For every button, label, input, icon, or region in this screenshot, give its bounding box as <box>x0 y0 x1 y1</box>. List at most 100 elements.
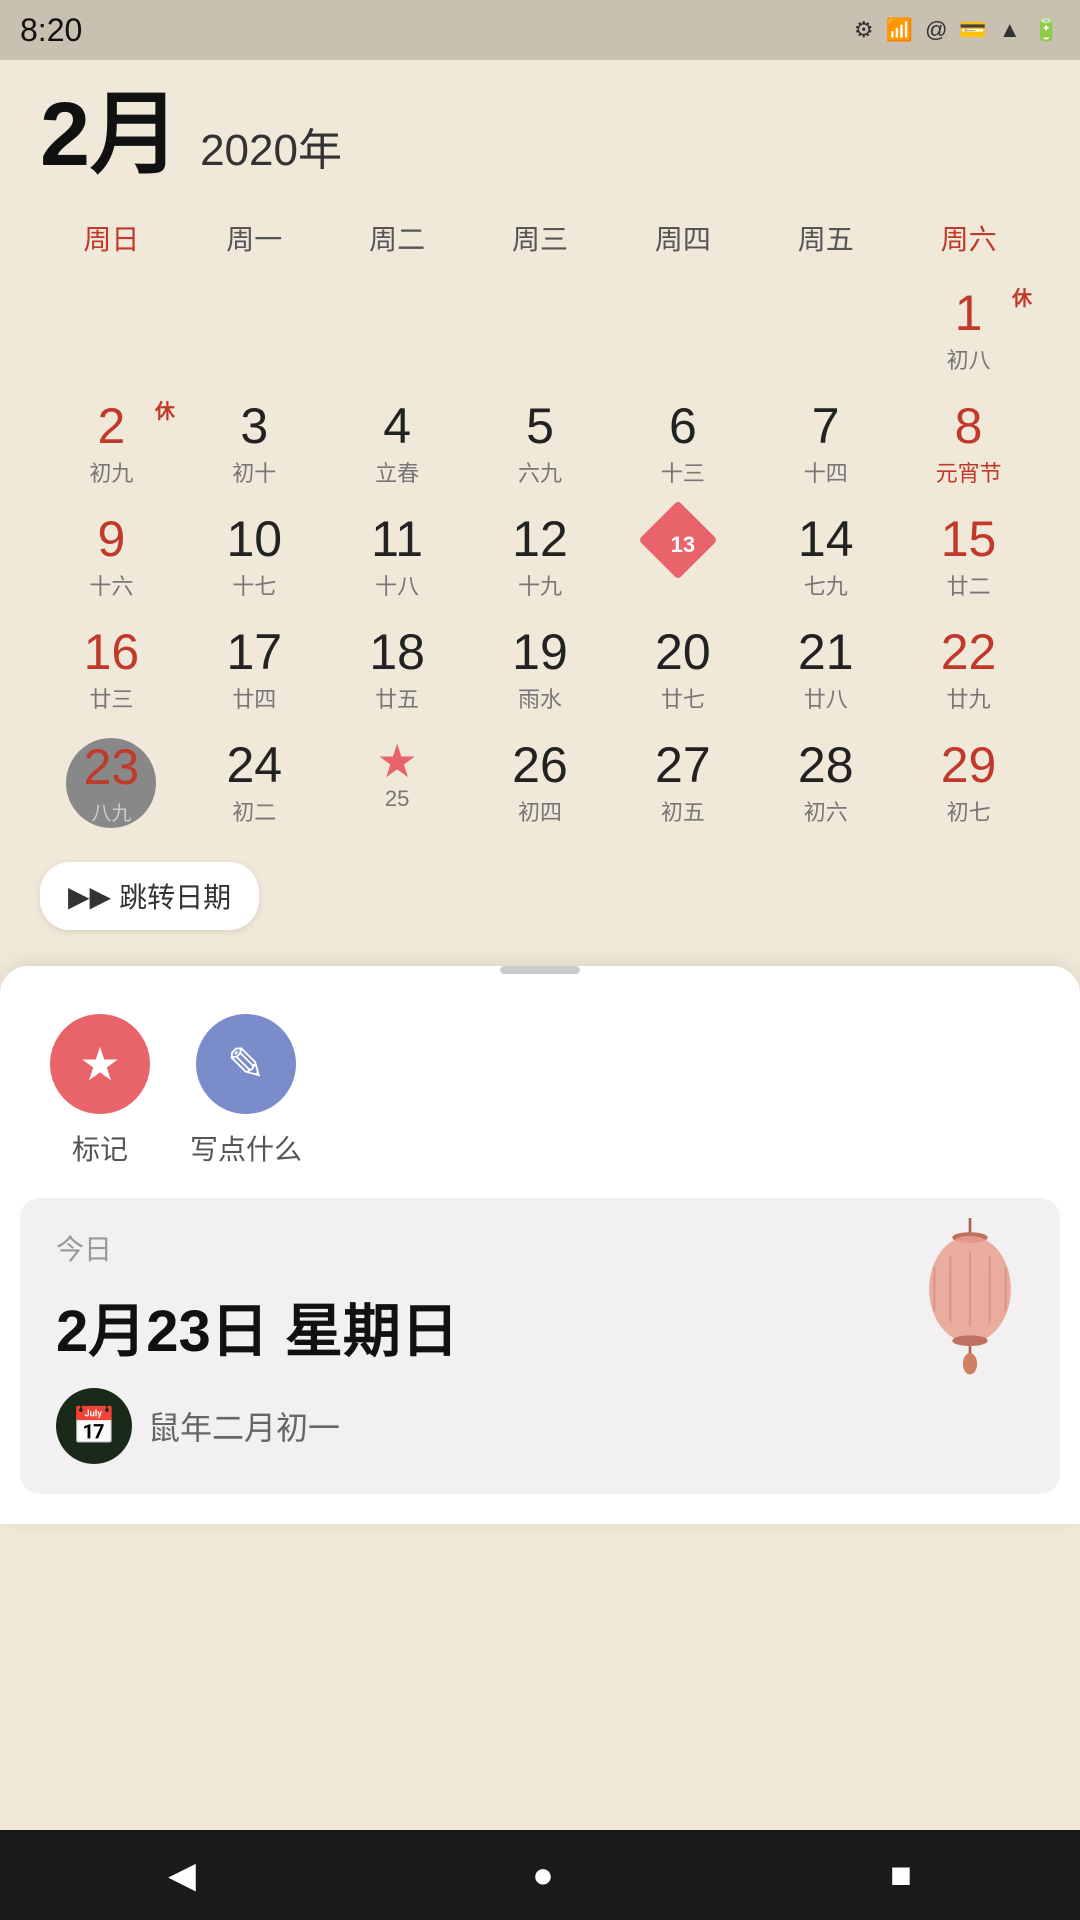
day-18[interactable]: 18 廿五 <box>326 615 469 728</box>
day-number-18: 18 <box>369 625 425 680</box>
weekday-sun: 周日 <box>40 210 183 266</box>
day-25[interactable]: ★ 25 <box>326 728 469 844</box>
year-chinese: 2020年 <box>200 114 342 178</box>
day-lunar-19: 雨水 <box>518 682 562 714</box>
day-number-12: 12 <box>512 512 568 567</box>
day-lunar-21: 廿八 <box>804 682 848 714</box>
calendar-small-icon: 📅 <box>72 1405 117 1447</box>
wifi-icon: 📶 <box>886 17 913 43</box>
day-1[interactable]: 休 1 初八 <box>897 276 1040 389</box>
signal-icon: ▲ <box>999 17 1021 43</box>
pencil-icon: ✎ <box>227 1037 266 1091</box>
day-number-27: 27 <box>655 738 711 793</box>
at-icon: @ <box>925 17 947 43</box>
holiday-badge-1: 休 <box>1012 282 1032 311</box>
weekday-wed: 周三 <box>469 210 612 266</box>
day-lunar-6: 十三 <box>661 456 705 488</box>
day-lunar-8: 元宵节 <box>936 456 1002 488</box>
day-lunar-20: 廿七 <box>661 682 705 714</box>
day-lunar-2: 初九 <box>89 456 133 488</box>
day-number-28: 28 <box>798 738 854 793</box>
star-icon: ★ <box>79 1037 120 1091</box>
day-lunar-14: 七九 <box>804 569 848 601</box>
day-number-3: 3 <box>240 399 268 454</box>
day-3[interactable]: 3 初十 <box>183 389 326 502</box>
day-20[interactable]: 20 廿七 <box>611 615 754 728</box>
weekday-sat: 周六 <box>897 210 1040 266</box>
day-lunar-15: 廿二 <box>947 569 991 601</box>
day-number-16: 16 <box>84 625 140 680</box>
empty-cell <box>40 276 183 389</box>
day-2[interactable]: 休 2 初九 <box>40 389 183 502</box>
diamond-label-13: 13 <box>671 532 695 558</box>
day-26[interactable]: 26 初四 <box>469 728 612 844</box>
day-lunar-17: 廿四 <box>232 682 276 714</box>
sheet-handle <box>500 966 580 974</box>
day-12[interactable]: 12 十九 <box>469 502 612 615</box>
day-11[interactable]: 11 十八 <box>326 502 469 615</box>
day-lunar-23: 八九 <box>91 797 131 826</box>
action-write[interactable]: ✎ 写点什么 <box>190 1014 302 1168</box>
day-number-6: 6 <box>669 399 697 454</box>
today-card: 今日 2月23日 星期日 📅 鼠年二月初一 <box>20 1198 1060 1494</box>
day-10[interactable]: 10 十七 <box>183 502 326 615</box>
day-22[interactable]: 22 廿九 <box>897 615 1040 728</box>
day-number-1: 1 <box>955 286 983 341</box>
nav-recent-button[interactable]: ■ <box>850 1844 952 1906</box>
calendar-icon-circle: 📅 <box>56 1388 132 1464</box>
day-number-14: 14 <box>798 512 854 567</box>
today-label: 今日 <box>56 1228 1024 1268</box>
day-7[interactable]: 7 十四 <box>754 389 897 502</box>
settings-icon: ⚙ <box>854 17 874 43</box>
day-27[interactable]: 27 初五 <box>611 728 754 844</box>
day-lunar-12: 十九 <box>518 569 562 601</box>
day-4[interactable]: 4 立春 <box>326 389 469 502</box>
calendar-grid: 休 1 初八 休 2 初九 3 初十 4 立春 5 六九 6 十三 7 十四 <box>40 276 1040 844</box>
day-21[interactable]: 21 廿八 <box>754 615 897 728</box>
day-19[interactable]: 19 雨水 <box>469 615 612 728</box>
day-24[interactable]: 24 初二 <box>183 728 326 844</box>
day-8[interactable]: 8 元宵节 <box>897 389 1040 502</box>
day-lunar-4: 立春 <box>375 456 419 488</box>
day-29[interactable]: 29 初七 <box>897 728 1040 844</box>
nav-bar: ◀ ● ■ <box>0 1830 1080 1920</box>
day-16[interactable]: 16 廿三 <box>40 615 183 728</box>
day-5[interactable]: 5 六九 <box>469 389 612 502</box>
action-mark[interactable]: ★ 标记 <box>50 1014 150 1168</box>
action-row: ★ 标记 ✎ 写点什么 <box>0 1004 1080 1198</box>
day-lunar-27: 初五 <box>661 795 705 827</box>
day-lunar-28: 初六 <box>804 795 848 827</box>
day-14[interactable]: 14 七九 <box>754 502 897 615</box>
day-number-7: 7 <box>812 399 840 454</box>
holiday-badge-2: 休 <box>155 395 175 424</box>
day-28[interactable]: 28 初六 <box>754 728 897 844</box>
today-date-display: 2月23日 星期日 <box>56 1284 1024 1368</box>
weekday-thu: 周四 <box>611 210 754 266</box>
month-chinese: 2月 <box>40 90 180 180</box>
status-bar: 8:20 ⚙ 📶 @ 💳 ▲ 🔋 <box>0 0 1080 60</box>
write-button[interactable]: ✎ <box>196 1014 296 1114</box>
day-13[interactable]: 13 <box>611 502 754 615</box>
day-lunar-25: 25 <box>385 786 409 812</box>
day-6[interactable]: 6 十三 <box>611 389 754 502</box>
jump-date-button[interactable]: ▶▶ 跳转日期 <box>40 862 259 930</box>
day-9[interactable]: 9 十六 <box>40 502 183 615</box>
day-lunar-9: 十六 <box>89 569 133 601</box>
mark-button[interactable]: ★ <box>50 1014 150 1114</box>
day-number-2: 2 <box>98 399 126 454</box>
day-15[interactable]: 15 廿二 <box>897 502 1040 615</box>
sim-icon: 💳 <box>959 17 986 43</box>
empty-cell <box>611 276 754 389</box>
day-lunar-10: 十七 <box>232 569 276 601</box>
day-number-5: 5 <box>526 399 554 454</box>
day-23[interactable]: 23 八九 <box>40 728 183 844</box>
day-number-17: 17 <box>226 625 282 680</box>
day-lunar-18: 廿五 <box>375 682 419 714</box>
nav-home-button[interactable]: ● <box>492 1844 594 1906</box>
nav-back-button[interactable]: ◀ <box>128 1844 236 1906</box>
day-number-29: 29 <box>941 738 997 793</box>
day-lunar-16: 廿三 <box>89 682 133 714</box>
status-time: 8:20 <box>20 12 82 49</box>
day-lunar-24: 初二 <box>232 795 276 827</box>
day-17[interactable]: 17 廿四 <box>183 615 326 728</box>
